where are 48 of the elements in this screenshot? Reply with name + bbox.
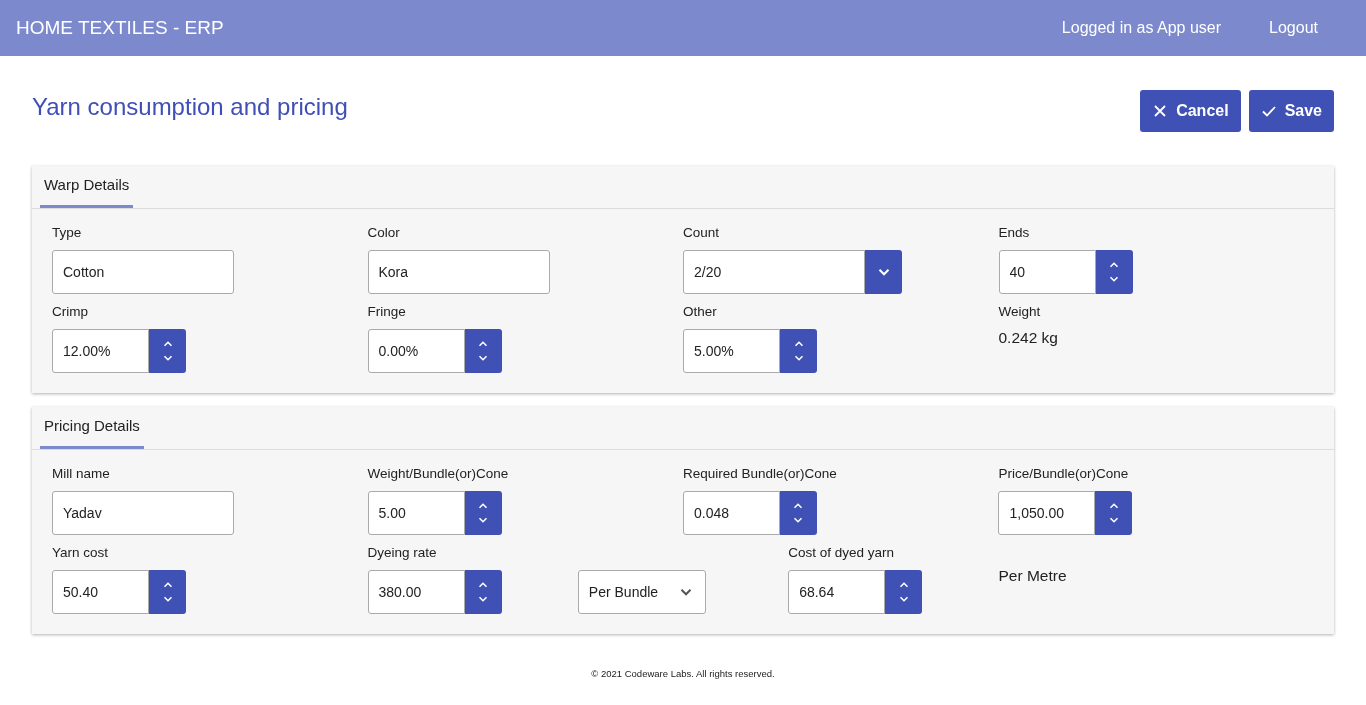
field-label: Crimp <box>52 304 89 321</box>
field-label: Yarn cost <box>52 545 110 562</box>
number-field[interactable]: 380.00 <box>367 570 465 614</box>
dropdown-button[interactable] <box>865 250 902 294</box>
field-label: Fringe <box>367 304 407 321</box>
field-label: Cost of dyed yarn <box>788 545 895 562</box>
text-field[interactable]: Yadav <box>52 491 234 535</box>
text-field[interactable]: Cotton <box>52 250 234 294</box>
spin-button[interactable] <box>464 329 502 373</box>
cancel-button[interactable]: Cancel <box>1140 90 1241 132</box>
number-field[interactable]: 0.00% <box>367 329 465 373</box>
number-field[interactable]: 5.00% <box>683 329 780 373</box>
close-icon <box>1152 103 1169 119</box>
value-text: Per Metre <box>998 567 1068 585</box>
select-field[interactable]: Per Bundle <box>577 570 706 614</box>
field-label: Required Bundle(or)Cone <box>683 466 838 483</box>
copyright-text: © 2021 Codeware Labs. All rights reserved. <box>590 668 776 679</box>
field-label: Weight/Bundle(or)Cone <box>367 466 510 483</box>
number-field[interactable]: 12.00% <box>52 329 149 373</box>
field-label: Price/Bundle(or)Cone <box>998 466 1130 483</box>
spin-button[interactable] <box>464 570 502 614</box>
app-title: HOME TEXTILES - ERP <box>16 17 224 39</box>
number-field[interactable]: 0.048 <box>683 491 780 535</box>
user-label: Logged in as App user <box>1061 19 1222 37</box>
field-label: Count <box>683 225 721 242</box>
field-label: Ends <box>998 225 1031 242</box>
number-field[interactable]: 5.00 <box>367 491 465 535</box>
dropdown-field[interactable]: 2/20 <box>683 250 865 294</box>
field-label: Color <box>367 225 401 242</box>
panel-tab[interactable]: Warp Details <box>40 166 134 208</box>
field-label: Type <box>52 225 83 242</box>
field-label: Weight <box>998 304 1042 321</box>
number-field[interactable]: 40 <box>998 250 1096 294</box>
spin-button[interactable] <box>1095 491 1133 535</box>
spin-button[interactable] <box>885 570 923 614</box>
number-field[interactable]: 68.64 <box>788 570 886 614</box>
save-button[interactable]: Save <box>1248 90 1334 132</box>
panel-tab[interactable]: Pricing Details <box>40 407 144 449</box>
number-field[interactable]: 1,050.00 <box>998 491 1096 535</box>
value-text: 0.242 kg <box>998 329 1059 347</box>
spin-button[interactable] <box>464 491 502 535</box>
number-field[interactable]: 50.40 <box>52 570 149 614</box>
field-label: Mill name <box>52 466 111 483</box>
field-label: Other <box>683 304 718 321</box>
text-field[interactable]: Kora <box>367 250 550 294</box>
page-title: Yarn consumption and pricing <box>32 93 348 122</box>
spin-button[interactable] <box>1095 250 1133 294</box>
field-label: Dyeing rate <box>367 545 438 562</box>
